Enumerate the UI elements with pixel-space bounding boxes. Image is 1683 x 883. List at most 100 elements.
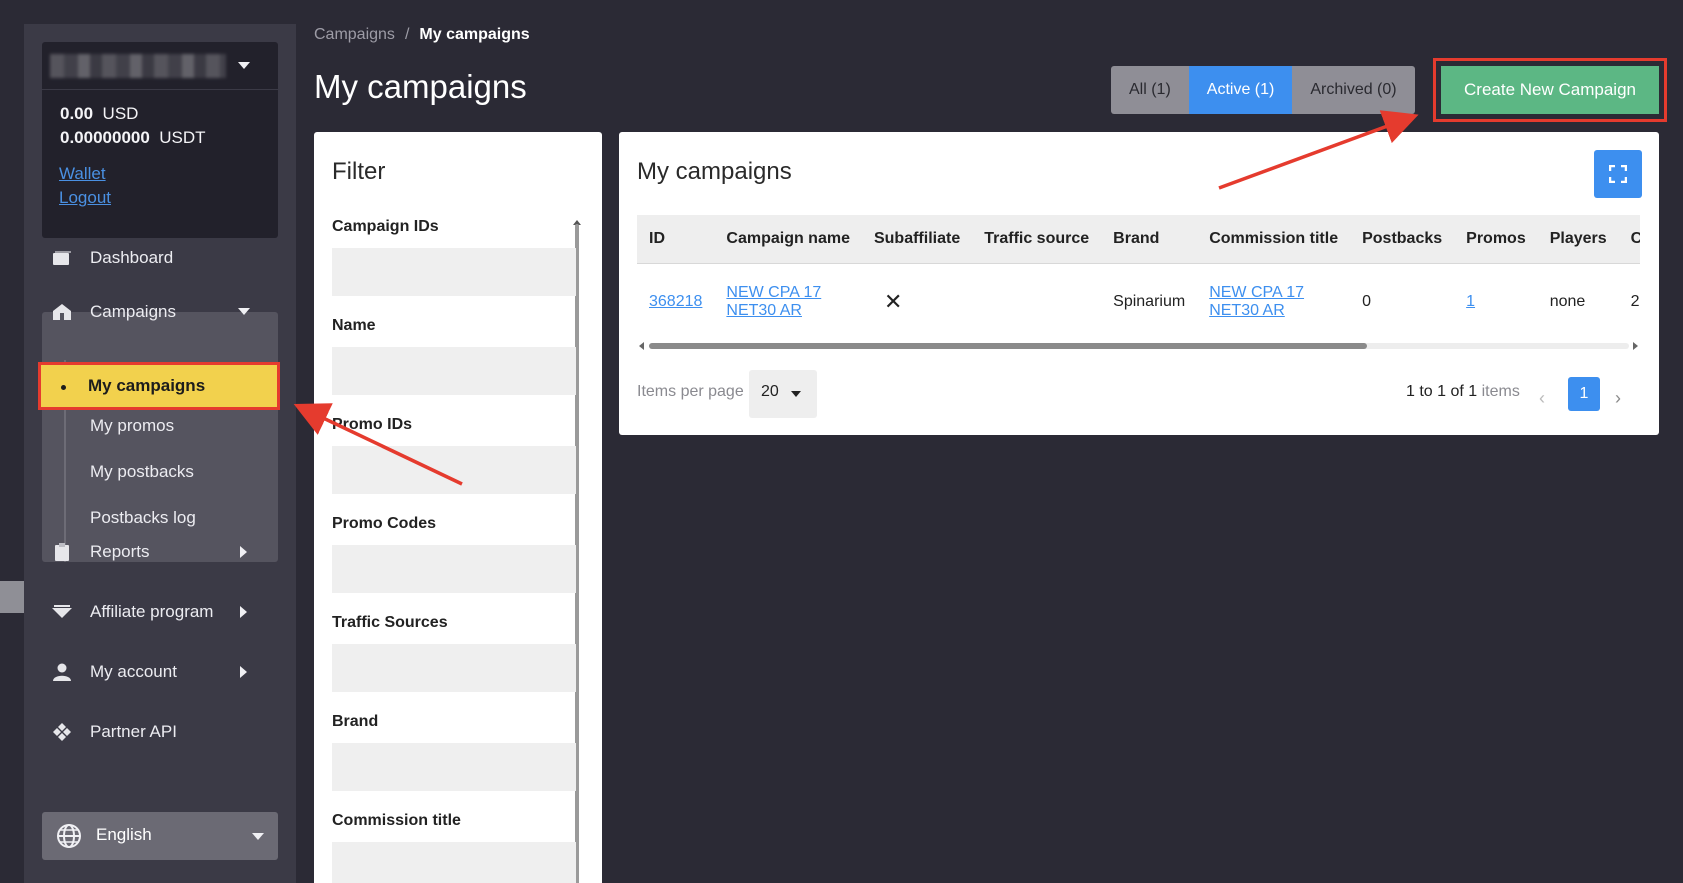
column-header-players[interactable]: Players [1537,215,1619,264]
filter-panel: Filter Campaign IDs Name Promo IDs Promo… [314,132,602,883]
create-new-campaign-button[interactable]: Create New Campaign [1441,66,1659,114]
sidebar-item-affiliate-program[interactable]: Affiliate program [42,588,278,636]
sidebar-item-label: My campaigns [88,376,206,395]
campaign-ids-input[interactable] [332,248,576,296]
campaigns-table: ID Campaign name Subaffiliate Traffic so… [637,215,1640,341]
user-icon [53,663,71,681]
name-input[interactable] [332,347,576,395]
campaign-id-link[interactable]: 368218 [649,293,702,310]
column-header-promos[interactable]: Promos [1454,215,1538,264]
cell-commission-title: NEW CPA 17 NET30 AR [1197,263,1350,341]
table-horizontal-scrollbar[interactable] [637,340,1640,350]
cell-postbacks: 0 [1362,293,1371,311]
cell-created: 21/( [1630,293,1640,311]
sidebar-item-postbacks-log[interactable]: Postbacks log [90,508,196,528]
sidebar-item-my-campaigns[interactable]: My campaigns [38,362,280,410]
promo-codes-input[interactable] [332,545,576,593]
scroll-right-arrow-icon[interactable] [1633,342,1638,350]
campaigns-table-wrapper: ID Campaign name Subaffiliate Traffic so… [637,215,1640,355]
breadcrumb-parent[interactable]: Campaigns [314,26,395,43]
sidebar-item-my-promos[interactable]: My promos [90,416,174,436]
cell-brand: Spinarium [1113,293,1186,311]
page-title: My campaigns [314,68,527,105]
promo-ids-input[interactable] [332,446,576,494]
diamond-icon [52,605,72,618]
table-header-row: ID Campaign name Subaffiliate Traffic so… [637,215,1640,264]
account-box: 0.00 USD 0.00000000 USDT Wallet Logout [42,42,278,238]
globe-icon [57,824,81,848]
column-header-commission-title[interactable]: Commission title [1197,215,1351,264]
cell-players: none [1549,293,1586,311]
previous-page-icon[interactable]: ‹ [1539,388,1545,409]
chevron-right-icon [240,666,247,678]
tab-archived[interactable]: Archived (0) [1292,66,1415,114]
account-name-redacted [50,54,226,78]
tab-all[interactable]: All (1) [1111,66,1189,114]
column-header-postbacks[interactable]: Postbacks [1350,215,1455,264]
filter-label-name: Name [332,317,376,334]
account-selector[interactable] [42,42,278,90]
table-row: 368218 NEW CPA 17 NET30 AR ✕ Spinarium NE… [637,263,1640,341]
balance-usdt: 0.00000000 USDT [60,128,206,147]
filter-label-campaign-ids: Campaign IDs [332,218,439,235]
brand-input[interactable] [332,743,576,791]
filter-title: Filter [332,158,386,185]
pagination-range: 1 to 1 of 1 items [1406,383,1520,400]
campaigns-panel: My campaigns ID Campaign name Subaffilia… [619,132,1659,435]
column-header-brand[interactable]: Brand [1101,215,1198,264]
cell-promos: 1 [1454,263,1538,341]
sidebar-item-campaigns[interactable]: Campaigns [42,288,278,336]
breadcrumb: Campaigns / My campaigns [314,26,530,44]
language-label: English [96,825,152,844]
sidebar-item-my-postbacks[interactable]: My postbacks [90,462,194,482]
sidebar-item-partner-api[interactable]: Partner API [42,708,278,756]
column-header-traffic-source[interactable]: Traffic source [972,215,1102,264]
bullet-icon [61,385,66,390]
balance-usd: 0.00 USD [60,104,139,123]
tab-active[interactable]: Active (1) [1188,66,1293,114]
campaigns-panel-title: My campaigns [637,158,792,185]
chevron-right-icon [240,606,247,618]
sidebar: 0.00 USD 0.00000000 USDT Wallet Logout D… [24,24,296,883]
cell-traffic-source [972,263,1101,341]
column-header-subaffiliate[interactable]: Subaffiliate [861,215,973,264]
expand-icon [1609,165,1627,183]
logout-link[interactable]: Logout [59,188,111,208]
campaigns-group: My promos My postbacks Postbacks log [42,312,278,562]
sidebar-item-my-account[interactable]: My account [42,648,278,696]
filter-label-commission-title: Commission title [332,812,461,829]
breadcrumb-separator: / [404,26,410,43]
sidebar-item-reports[interactable]: Reports [42,528,278,576]
traffic-sources-input[interactable] [332,644,576,692]
wallet-link[interactable]: Wallet [59,164,106,184]
clipboard-icon [55,543,69,561]
sidebar-item-label: Affiliate program [90,602,214,621]
commission-title-link[interactable]: NEW CPA 17 NET30 AR [1209,284,1304,319]
fullscreen-button[interactable] [1594,150,1642,198]
chevron-down-icon [252,833,264,840]
api-icon [53,723,71,741]
chevron-down-icon [791,391,801,397]
column-header-id[interactable]: ID [637,215,715,264]
sidebar-item-dashboard[interactable]: Dashboard [42,234,278,282]
cell-id: 368218 [637,263,714,341]
next-page-icon[interactable]: › [1615,388,1621,409]
scroll-left-arrow-icon[interactable] [639,342,644,350]
home-icon [53,304,71,320]
language-select[interactable]: English [42,812,278,860]
column-header-created[interactable]: Cre [1618,215,1640,264]
commission-title-input[interactable] [332,842,576,883]
scrollbar-thumb[interactable] [649,343,1367,349]
breadcrumb-current: My campaigns [419,26,530,43]
promos-link[interactable]: 1 [1466,293,1475,310]
items-per-page-select[interactable]: 20 [749,370,817,418]
chevron-right-icon [240,546,247,558]
cell-subaffiliate: ✕ [862,263,972,341]
close-icon: ✕ [883,289,903,315]
sidebar-item-label: Partner API [90,722,177,741]
create-button-highlight: Create New Campaign [1433,58,1667,122]
column-header-campaign-name[interactable]: Campaign name [714,215,862,264]
campaign-name-link[interactable]: NEW CPA 17 NET30 AR [726,284,821,319]
page-button-current[interactable]: 1 [1568,377,1600,411]
cell-campaign-name: NEW CPA 17 NET30 AR [714,263,862,341]
